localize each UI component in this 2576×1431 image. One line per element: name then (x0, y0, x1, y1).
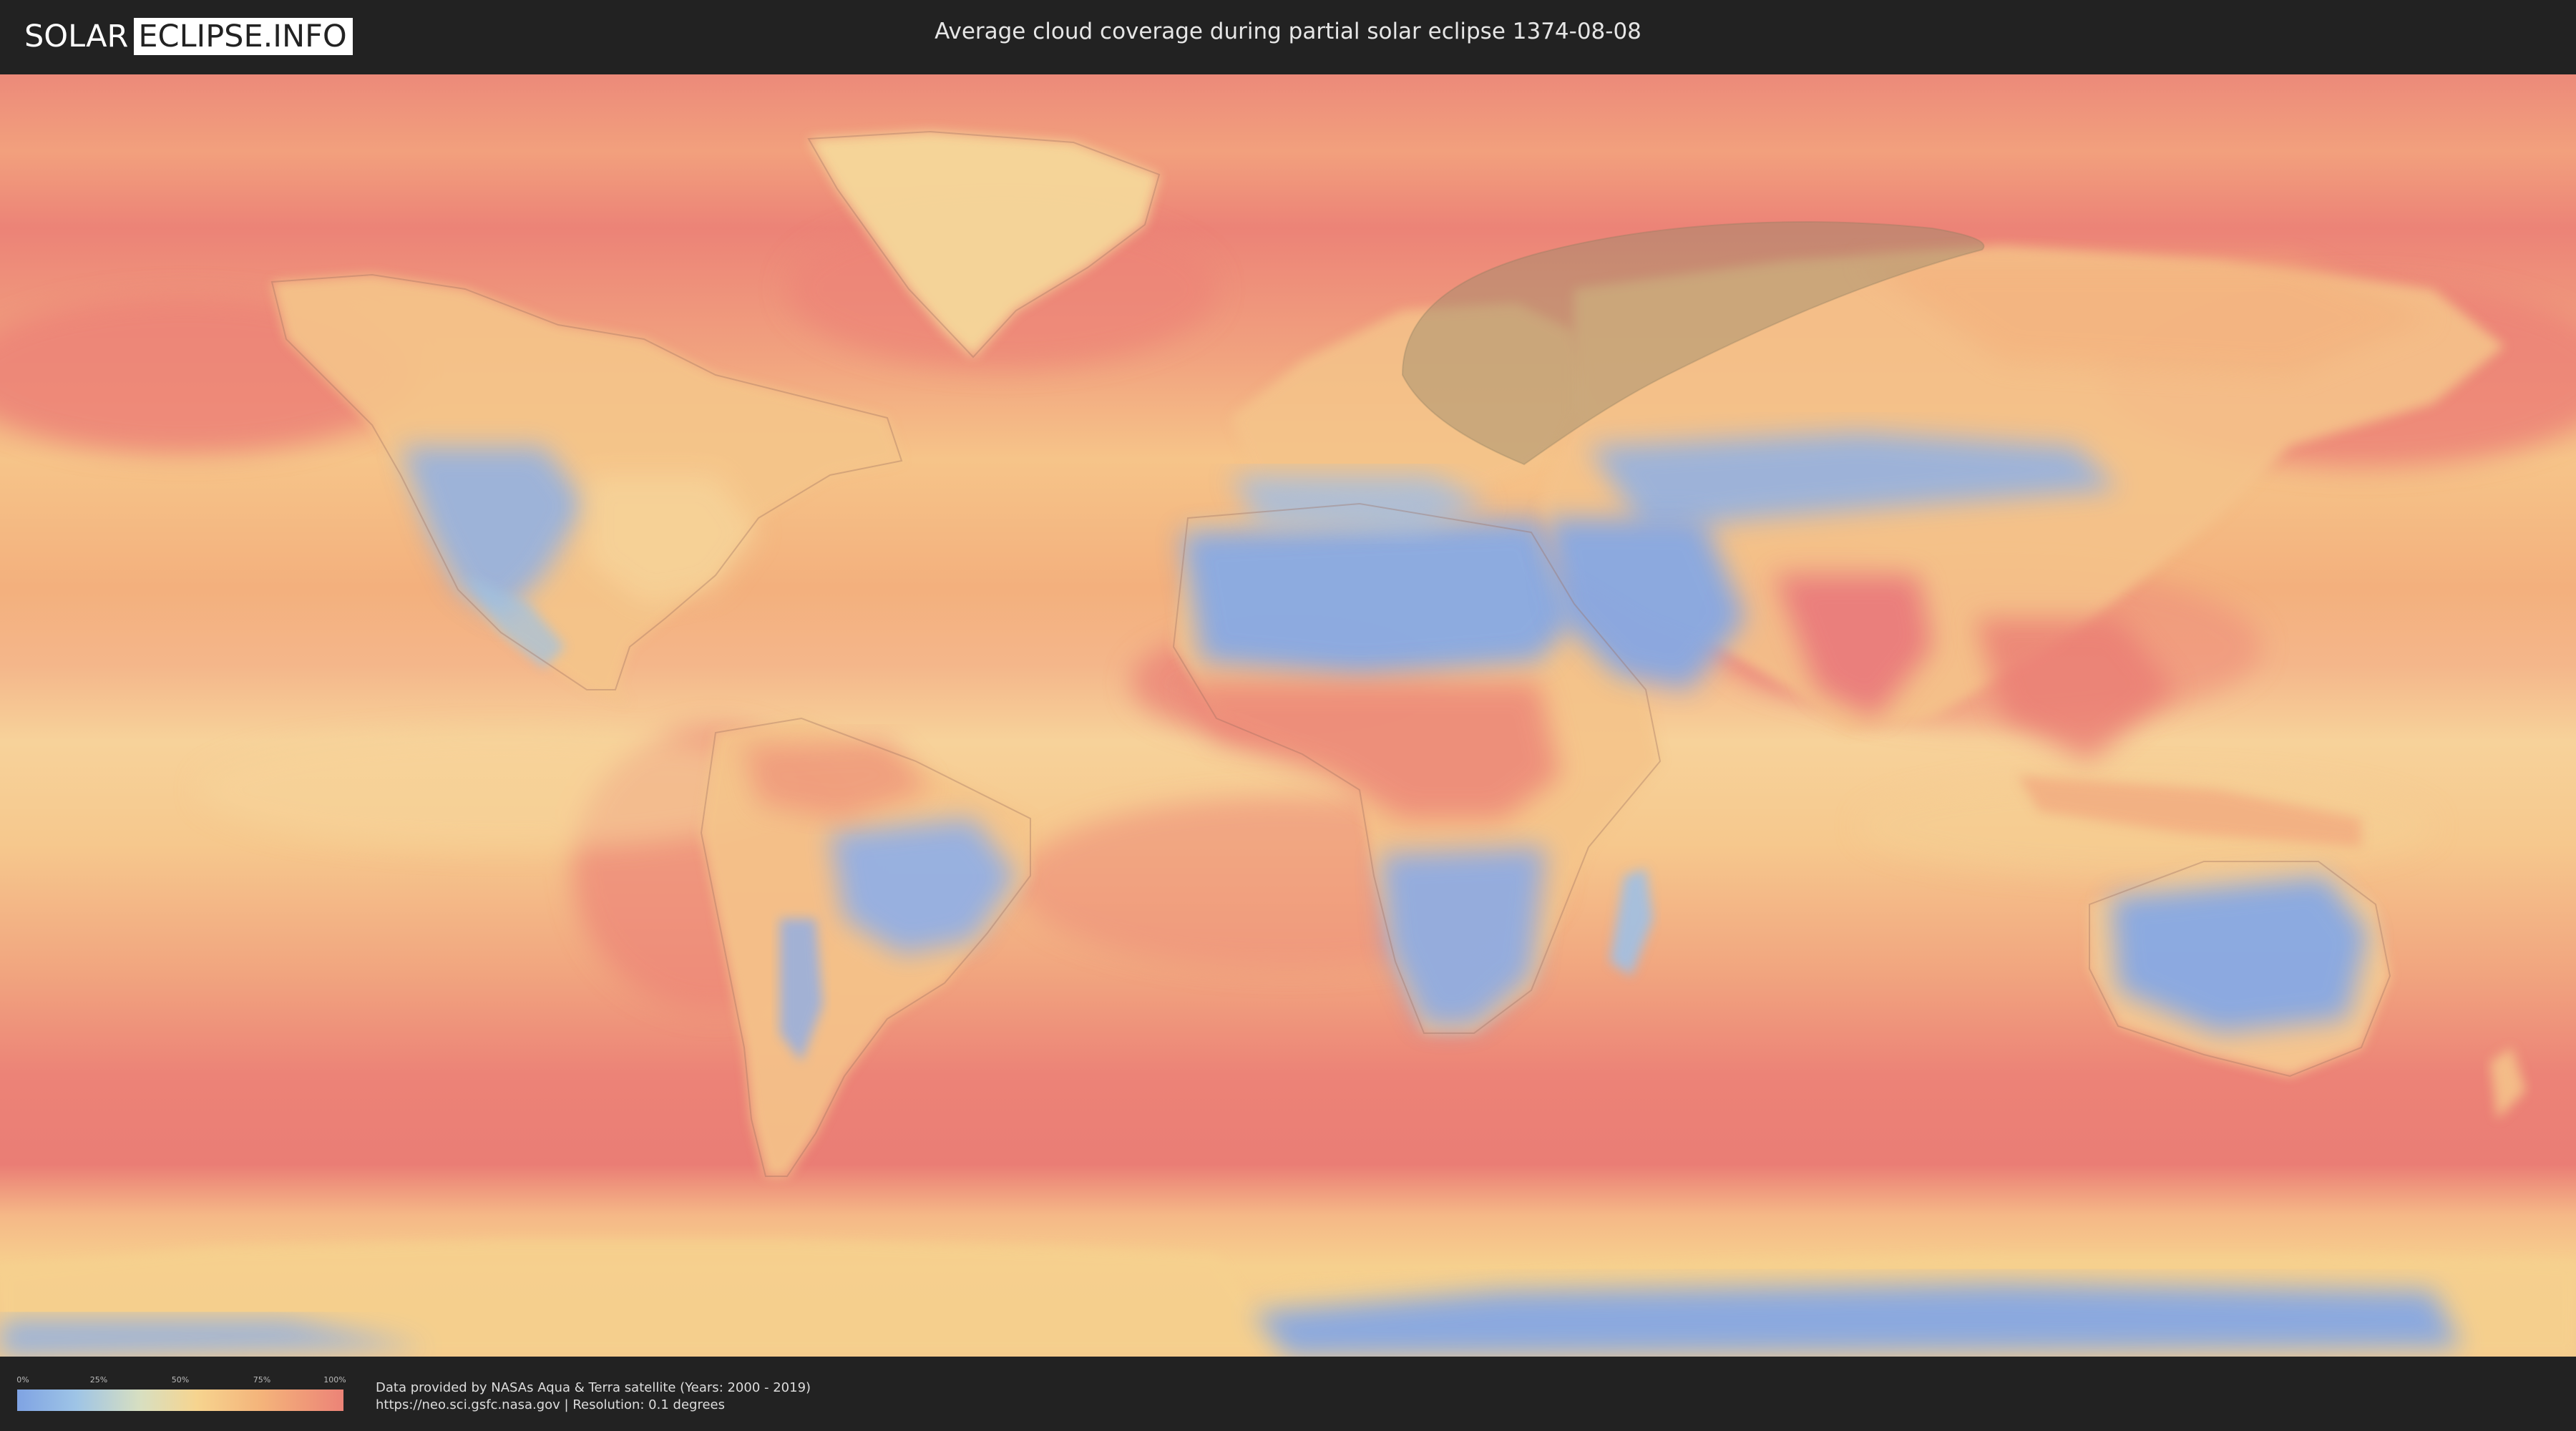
legend-tick-100: 100% (323, 1375, 346, 1384)
cloud-coverage-map[interactable] (0, 74, 2576, 1357)
data-credits: Data provided by NASAs Aqua & Terra sate… (376, 1379, 811, 1414)
legend-color-bar (17, 1390, 343, 1411)
credits-line-source: Data provided by NASAs Aqua & Terra sate… (376, 1380, 811, 1395)
sahara-clear (1181, 518, 1574, 675)
header-bar: SOLAR ECLIPSE.INFO Average cloud coverag… (0, 0, 2576, 72)
cloud-coverage-legend: 0% 25% 50% 75% 100% (16, 1375, 346, 1414)
page-title: Average cloud coverage during partial so… (935, 19, 1641, 44)
legend-tick-75: 75% (253, 1375, 271, 1384)
legend-tick-50: 50% (171, 1375, 190, 1384)
map-canvas[interactable] (0, 74, 2576, 1357)
legend-ticks: 0% 25% 50% 75% 100% (16, 1375, 346, 1385)
legend-tick-25: 25% (89, 1375, 108, 1384)
credits-line-url[interactable]: https://neo.sci.gsfc.nasa.gov | Resoluti… (376, 1397, 811, 1414)
legend-tick-0: 0% (16, 1375, 29, 1384)
